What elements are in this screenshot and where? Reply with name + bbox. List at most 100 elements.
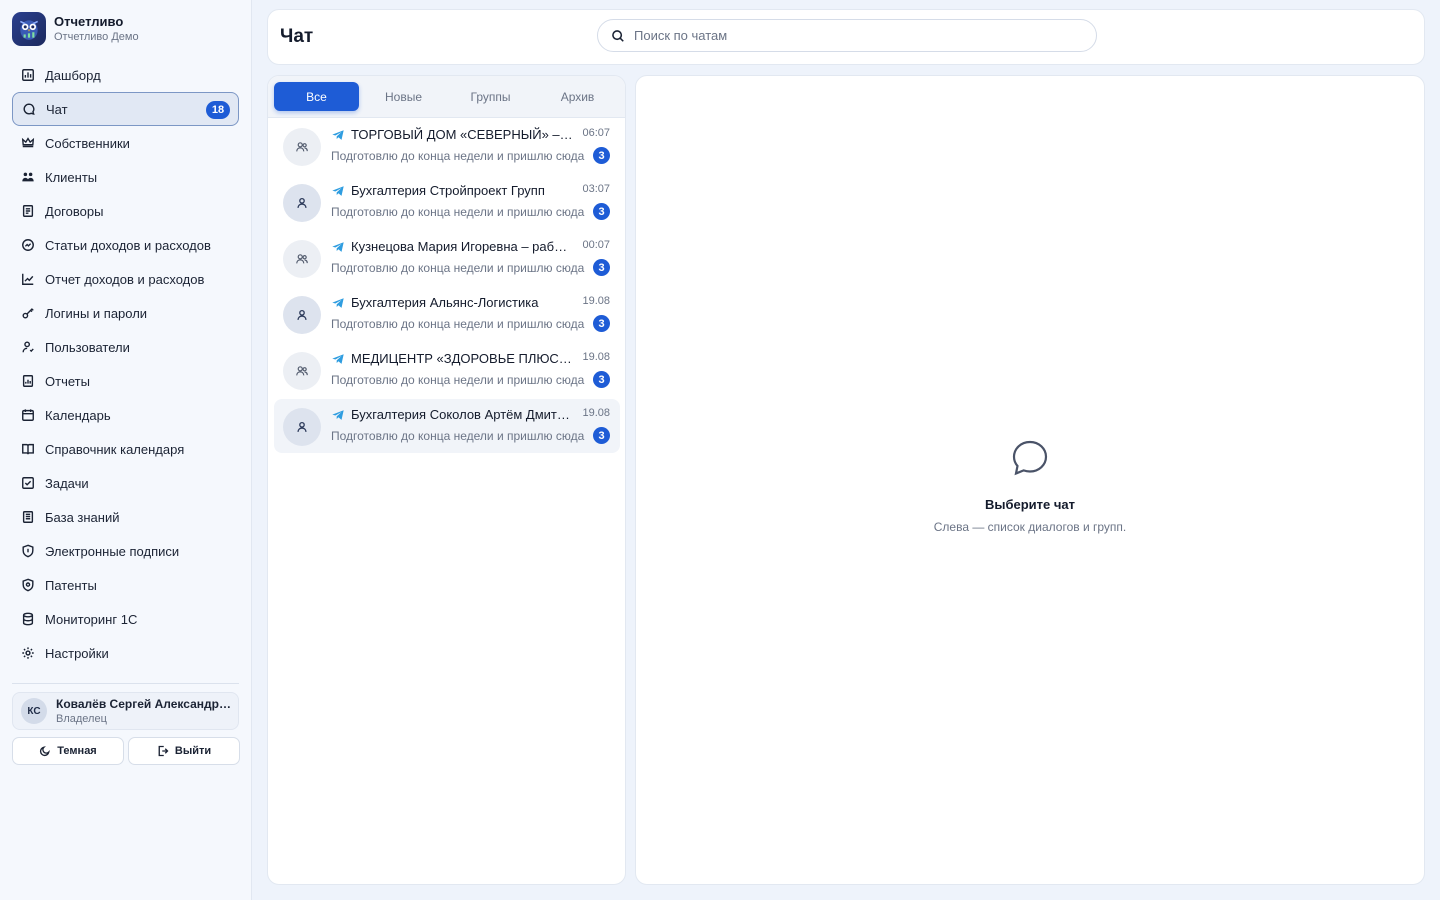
sidebar-item-label: База знаний	[45, 509, 120, 525]
sidebar-item-label: Дашборд	[45, 67, 101, 83]
page-title: Чат	[280, 26, 314, 47]
sidebar-item-label: Справочник календаря	[45, 441, 185, 457]
chat-preview: Подготовлю до конца недели и пришлю сюда	[331, 261, 585, 275]
sidebar-item-label: Собственники	[45, 135, 130, 151]
users-icon	[21, 340, 35, 354]
sidebar-item-label: Чат	[46, 101, 68, 117]
owl-logo-icon	[12, 12, 46, 46]
contract-icon	[21, 204, 35, 218]
sidebar-item-knowledge-base[interactable]: База знаний	[12, 500, 239, 534]
unread-badge: 3	[593, 203, 610, 220]
gear-icon	[21, 646, 35, 660]
brand[interactable]: Отчетливо Отчетливо Демо	[12, 12, 139, 46]
chat-bubble-icon	[1012, 440, 1048, 476]
empty-state-title: Выберите чат	[984, 497, 1076, 512]
key-icon	[21, 306, 35, 320]
sidebar-item-clients[interactable]: Клиенты	[12, 160, 239, 194]
sidebar-item-label: Настройки	[45, 645, 109, 661]
sidebar-item-patents[interactable]: Патенты	[12, 568, 239, 602]
chat-time: 19.08	[582, 295, 610, 307]
sidebar-item-label: Логины и пароли	[45, 305, 148, 321]
chat-time: 19.08	[582, 407, 610, 419]
group-icon	[296, 366, 308, 376]
sidebar-item-label: Задачи	[45, 475, 89, 491]
page-header: Чат	[267, 9, 1425, 65]
sidebar-item-contracts[interactable]: Договоры	[12, 194, 239, 228]
chat-list-panel: Все Новые Группы Архив ТОРГОВЫЙ ДОМ «СЕВ…	[267, 75, 626, 885]
calendar-icon	[21, 408, 35, 422]
conversation-panel: Выберите чат Слева — список диалогов и г…	[635, 75, 1425, 885]
chat-list-item[interactable]: Бухгалтерия Стройпроект Групп 03:07 Подг…	[274, 175, 620, 229]
sidebar-item-settings[interactable]: Настройки	[12, 636, 239, 670]
sidebar-item-label: Статьи доходов и расходов	[45, 237, 211, 253]
tab-new[interactable]: Новые	[361, 82, 446, 111]
moon-icon	[40, 746, 51, 757]
patent-icon	[21, 578, 35, 592]
sidebar-item-label: Мониторинг 1С	[45, 611, 138, 627]
logout-button[interactable]: Выйти	[128, 737, 240, 765]
user-name: Ковалёв Сергей Александрович	[56, 696, 231, 711]
person-avatar	[283, 296, 321, 334]
sidebar-item-logins[interactable]: Логины и пароли	[12, 296, 239, 330]
clients-icon	[21, 170, 35, 184]
search-input[interactable]	[634, 28, 1074, 43]
theme-toggle-label: Темная	[57, 745, 97, 757]
chat-filter-tabs: Все Новые Группы Архив	[268, 76, 625, 118]
user-role: Владелец	[56, 712, 107, 725]
logout-icon	[158, 745, 169, 757]
telegram-icon	[332, 186, 344, 196]
search-box[interactable]	[597, 19, 1097, 52]
chat-preview: Подготовлю до конца недели и пришлю сюда	[331, 429, 585, 443]
sidebar-item-chat[interactable]: Чат 18	[12, 92, 239, 126]
sidebar-item-label: Пользователи	[45, 339, 130, 355]
person-icon	[297, 309, 307, 320]
chat-name: Бухгалтерия Стройпроект Групп	[351, 183, 545, 198]
dashboard-icon	[21, 68, 35, 82]
theme-toggle-button[interactable]: Темная	[12, 737, 124, 765]
sidebar-item-users[interactable]: Пользователи	[12, 330, 239, 364]
sidebar-item-monitoring-1c[interactable]: Мониторинг 1С	[12, 602, 239, 636]
chat-list-item[interactable]: МЕДИЦЕНТР «ЗДОРОВЬЕ ПЛЮС» – работа 19.08…	[274, 343, 620, 397]
sidebar-item-calendar[interactable]: Календарь	[12, 398, 239, 432]
person-icon	[297, 197, 307, 208]
chat-icon	[22, 102, 36, 116]
chat-name: Бухгалтерия Альянс-Логистика	[351, 295, 539, 310]
sidebar-nav: Дашборд Чат 18 Собственники Клиенты Дого…	[12, 58, 239, 670]
chat-list-item-selected[interactable]: Бухгалтерия Соколов Артём Дмитриевич 19.…	[274, 399, 620, 453]
sidebar-item-tasks[interactable]: Задачи	[12, 466, 239, 500]
unread-count-badge: 18	[206, 101, 230, 119]
tab-groups[interactable]: Группы	[448, 82, 533, 111]
chat-time: 03:07	[582, 183, 610, 195]
chat-list-item[interactable]: ТОРГОВЫЙ ДОМ «СЕВЕРНЫЙ» – работа 06:07 П…	[274, 119, 620, 173]
shield-icon	[21, 544, 35, 558]
chat-time: 19.08	[582, 351, 610, 363]
crown-icon	[21, 136, 35, 150]
brand-title: Отчетливо	[54, 14, 124, 29]
unread-badge: 3	[593, 371, 610, 388]
sidebar-item-label: Патенты	[45, 577, 97, 593]
user-card[interactable]: КС Ковалёв Сергей Александрович Владелец	[12, 692, 239, 730]
sidebar-item-e-signatures[interactable]: Электронные подписи	[12, 534, 239, 568]
sidebar-item-income-expense-items[interactable]: Статьи доходов и расходов	[12, 228, 239, 262]
unread-badge: 3	[593, 259, 610, 276]
sidebar-item-reports[interactable]: Отчеты	[12, 364, 239, 398]
logout-label: Выйти	[174, 745, 212, 757]
chat-name: Бухгалтерия Соколов Артём Дмитриевич	[351, 407, 574, 422]
sidebar-item-owners[interactable]: Собственники	[12, 126, 239, 160]
sidebar-item-label: Отчет доходов и расходов	[45, 271, 205, 287]
telegram-icon	[332, 410, 344, 420]
tab-archive[interactable]: Архив	[535, 82, 620, 111]
chat-preview: Подготовлю до конца недели и пришлю сюда	[331, 373, 585, 387]
sidebar-item-dashboard[interactable]: Дашборд	[12, 58, 239, 92]
chat-time: 06:07	[582, 127, 610, 139]
unread-badge: 3	[593, 427, 610, 444]
tab-all[interactable]: Все	[274, 82, 359, 111]
chat-list-item[interactable]: Бухгалтерия Альянс-Логистика 19.08 Подго…	[274, 287, 620, 341]
telegram-icon	[332, 130, 344, 140]
line-chart-icon	[21, 272, 35, 286]
balance-icon	[21, 238, 35, 252]
sidebar-item-calendar-reference[interactable]: Справочник календаря	[12, 432, 239, 466]
chat-list-item[interactable]: Кузнецова Мария Игоревна – работа 00:07 …	[274, 231, 620, 285]
sidebar-item-income-expense-report[interactable]: Отчет доходов и расходов	[12, 262, 239, 296]
group-avatar	[283, 128, 321, 166]
